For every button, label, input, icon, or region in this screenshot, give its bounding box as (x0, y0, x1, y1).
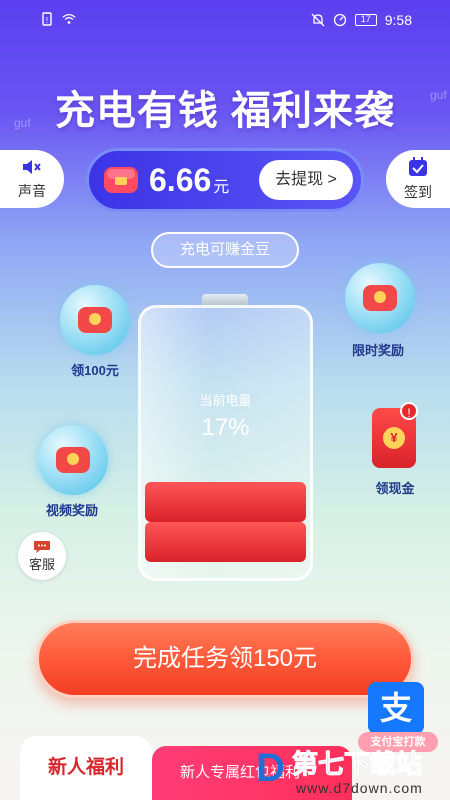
battery-graphic: 当前电量 17% (138, 305, 313, 581)
customer-service-button[interactable]: 客服 (18, 532, 66, 580)
balance-panel: 6.66 元 去提现 > (86, 148, 364, 212)
alipay-icon: 支 (368, 682, 424, 734)
reward-bubble-100[interactable] (60, 285, 130, 355)
speaker-mute-icon (23, 160, 41, 174)
tab-newbie-welfare[interactable]: 新人福利 (20, 736, 152, 800)
status-left: ! (40, 12, 76, 26)
chat-bubble-icon (34, 540, 50, 553)
red-packet-icon (78, 307, 112, 333)
site-watermark-url: www.d7down.com (296, 780, 423, 796)
speed-icon (333, 13, 346, 27)
site-logo-icon: D (256, 746, 285, 790)
status-right: 17 9:58 (311, 12, 412, 28)
wifi-icon (62, 13, 76, 24)
calendar-check-icon (409, 157, 427, 176)
reward-bubble-video[interactable] (38, 425, 108, 495)
red-packet-icon (56, 447, 90, 473)
alert-badge-icon: ! (400, 402, 418, 420)
sound-label: 声音 (18, 183, 46, 199)
reward-label-100: 领100元 (71, 363, 119, 378)
headline: 充电有钱 福利来袭 (54, 89, 396, 133)
svg-text:!: ! (46, 16, 48, 25)
site-watermark-title: 第七下载站 (291, 749, 423, 780)
withdraw-button[interactable]: 去提现 > (259, 160, 353, 200)
watermark-text: guf (430, 88, 447, 102)
reward-label-video: 视频奖励 (45, 503, 98, 518)
yen-coin-icon: ¥ (383, 427, 405, 449)
battery-level-bar (145, 522, 306, 562)
status-bar: ! 17 9:58 (0, 0, 450, 40)
customer-service-label: 客服 (28, 556, 55, 572)
reward-label-limited: 限时奖励 (351, 343, 404, 358)
reward-label-cash: 领现金 (375, 481, 415, 496)
earn-beans-label[interactable]: 充电可赚金豆 (151, 232, 299, 268)
balance-unit: 元 (213, 179, 230, 196)
sim-alert-icon: ! (42, 12, 52, 26)
battery-label: 当前电量 (199, 393, 252, 408)
site-watermark: D 第七下载站 www.d7down.com (256, 742, 450, 800)
sound-button[interactable]: 声音 (0, 150, 64, 208)
battery-level-bar (145, 482, 306, 522)
signin-label: 签到 (404, 184, 432, 200)
signin-button[interactable]: 签到 (386, 150, 450, 208)
battery-percent: 17% (201, 414, 250, 441)
red-packet-icon (104, 167, 138, 193)
battery-indicator: 17 (354, 14, 377, 26)
reward-bubble-limited[interactable] (345, 263, 415, 333)
balance-amount: 6.66 (149, 161, 212, 198)
red-packet-icon (363, 285, 397, 311)
clock: 9:58 (384, 12, 412, 28)
watermark-text: guf (14, 116, 31, 130)
bell-off-icon (311, 13, 325, 27)
